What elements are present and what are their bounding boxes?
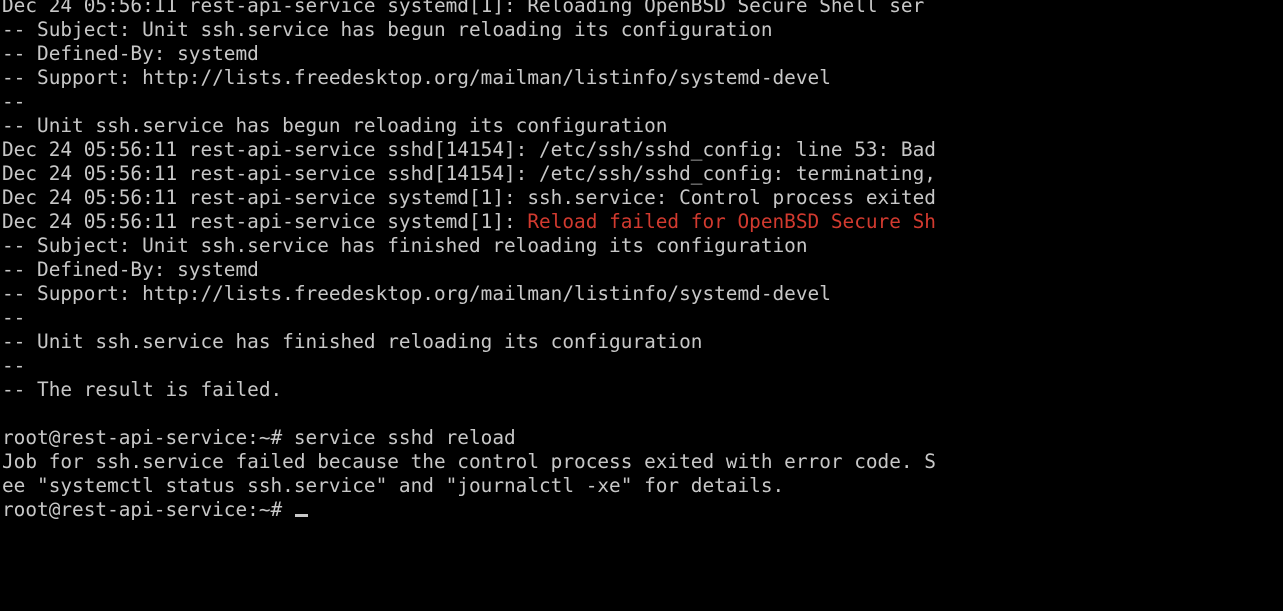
text-cursor <box>294 514 308 517</box>
terminal-screen[interactable]: Dec 24 05:56:11 rest-api-service systemd… <box>2 0 1283 611</box>
terminal-line: Dec 24 05:56:11 rest-api-service sshd[14… <box>2 162 936 185</box>
terminal-line: -- The result is failed. <box>2 378 283 401</box>
terminal-line: Dec 24 05:56:11 rest-api-service sshd[14… <box>2 138 936 161</box>
terminal-line: ee "systemctl status ssh.service" and "j… <box>2 474 785 497</box>
terminal-line: -- Unit ssh.service has begun reloading … <box>2 114 668 137</box>
terminal-line: -- Subject: Unit ssh.service has begun r… <box>2 18 773 41</box>
terminal-line: -- <box>2 90 26 113</box>
terminal-line: -- Defined-By: systemd <box>2 258 259 281</box>
terminal-line: Dec 24 05:56:11 rest-api-service systemd… <box>2 0 925 17</box>
terminal-prompt-line[interactable]: root@rest-api-service:~# <box>2 498 1283 522</box>
shell-prompt: root@rest-api-service:~# <box>2 498 294 521</box>
terminal-line: -- Support: http://lists.freedesktop.org… <box>2 66 831 89</box>
terminal-line: Job for ssh.service failed because the c… <box>2 450 936 473</box>
terminal-line: -- Defined-By: systemd <box>2 42 259 65</box>
error-message: Reload failed for OpenBSD Secure Sh <box>527 210 936 233</box>
terminal-line: -- <box>2 354 26 377</box>
terminal-line: -- Subject: Unit ssh.service has finishe… <box>2 234 808 257</box>
terminal-line-error: Dec 24 05:56:11 rest-api-service systemd… <box>2 210 936 233</box>
terminal-line: -- Unit ssh.service has finished reloadi… <box>2 330 703 353</box>
terminal-line: -- Support: http://lists.freedesktop.org… <box>2 282 831 305</box>
terminal-command-line: root@rest-api-service:~# service sshd re… <box>2 426 516 449</box>
terminal-line: Dec 24 05:56:11 rest-api-service systemd… <box>2 186 936 209</box>
terminal-line: -- <box>2 306 26 329</box>
